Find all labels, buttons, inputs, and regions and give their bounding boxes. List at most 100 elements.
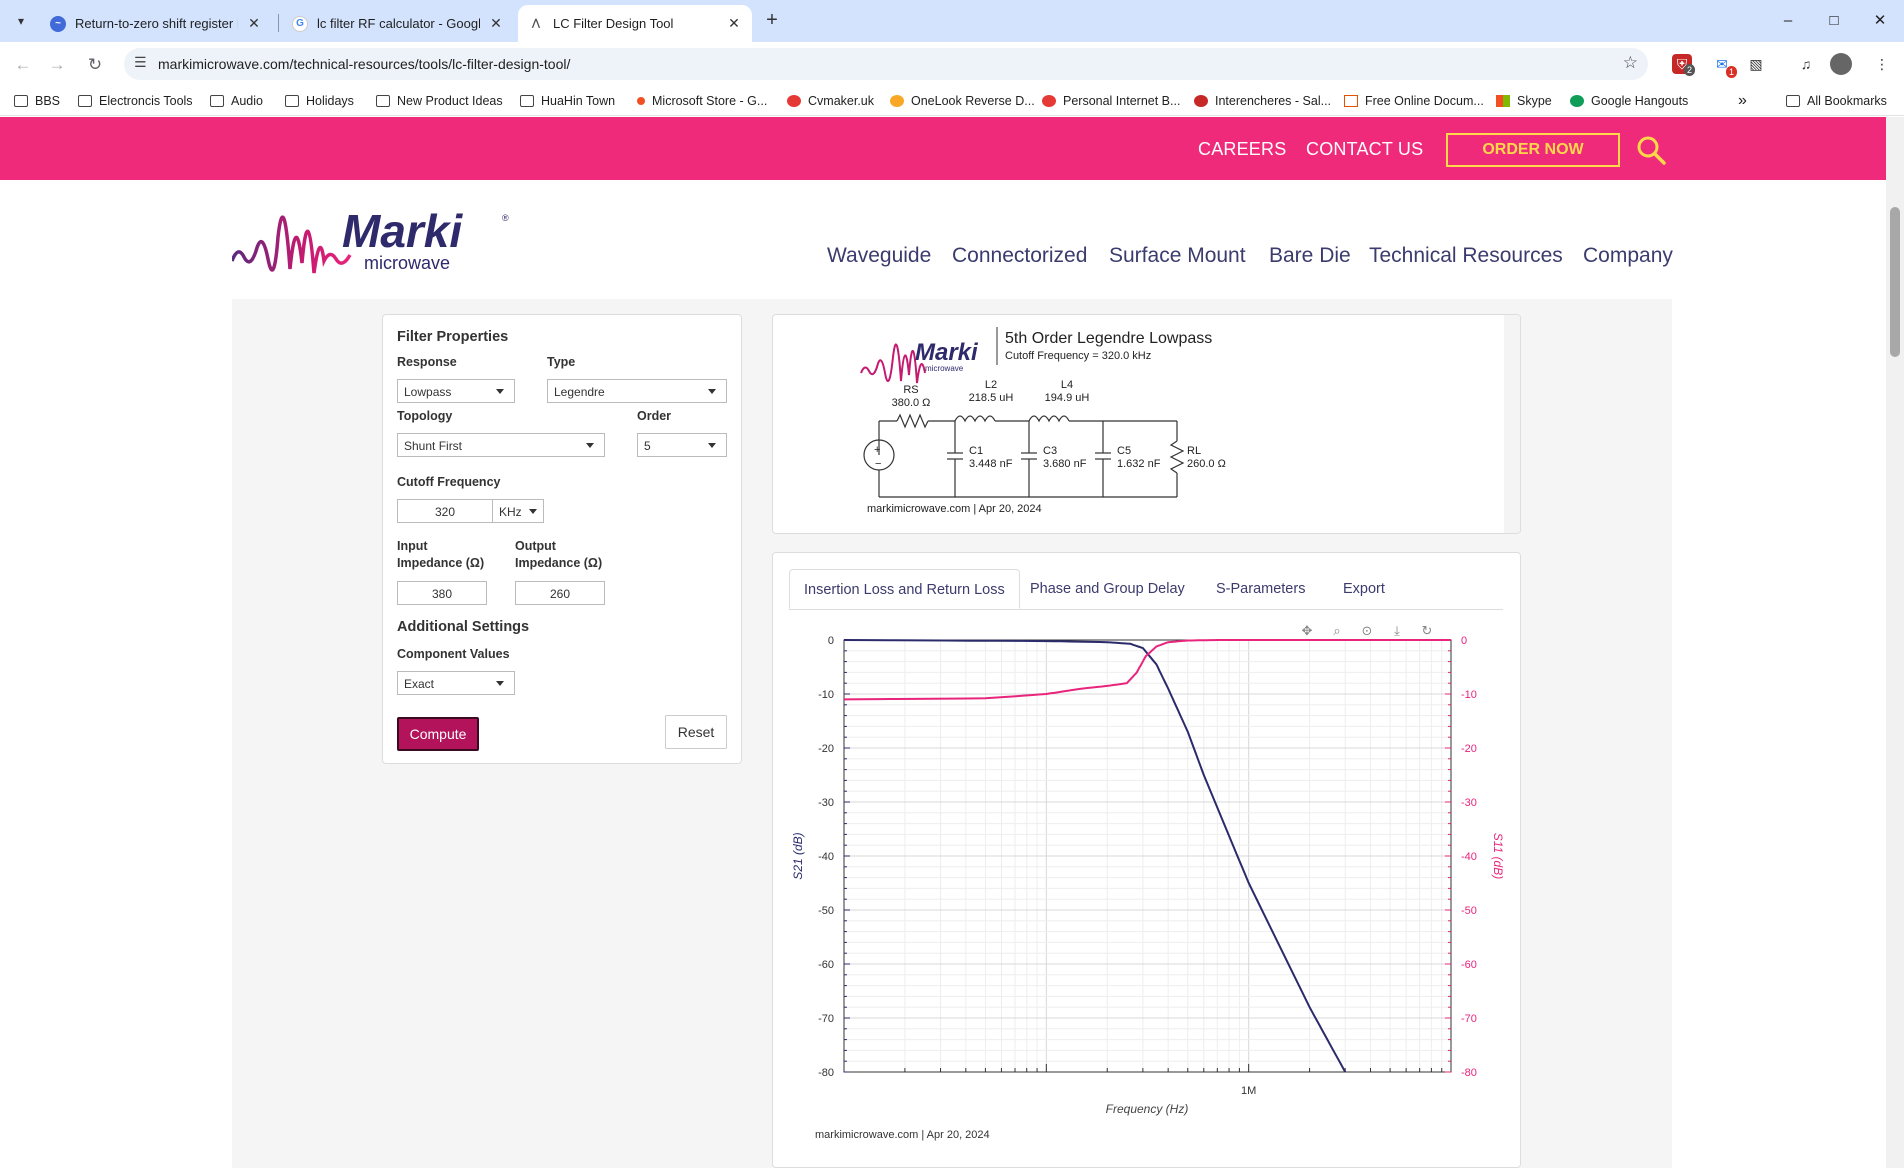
media-control-icon[interactable]: ♫ (1794, 52, 1818, 76)
panel-title: Filter Properties (397, 329, 509, 345)
tab-search-chevron-icon[interactable]: ▾ (8, 10, 34, 32)
nav-connectorized[interactable]: Connectorized (952, 244, 1087, 268)
extension-shield-icon[interactable]: ⛨ 2 (1672, 54, 1695, 76)
schematic-scrollbar[interactable] (1504, 315, 1520, 533)
browser-tab-2[interactable]: G lc filter RF calculator - Google ✕ (282, 5, 514, 42)
y-left-tick-label: -70 (818, 1013, 834, 1025)
close-tab-icon[interactable]: ✕ (726, 15, 742, 32)
bookmark-link[interactable]: Free Online Docum... (1344, 92, 1484, 110)
nav-company[interactable]: Company (1583, 244, 1673, 268)
component-values-select[interactable]: Exact (397, 671, 515, 695)
y-left-tick-label: -10 (818, 689, 834, 701)
bookmark-link[interactable]: OneLook Reverse D... (890, 92, 1035, 110)
address-bar[interactable]: ☰ markimicrowave.com/technical-resources… (124, 48, 1648, 80)
bookmark-link[interactable]: Interencheres - Sal... (1194, 92, 1331, 110)
l2-name: L2 (985, 379, 997, 391)
bookmark-folder[interactable]: BBS (14, 92, 60, 110)
close-tab-icon[interactable]: ✕ (246, 15, 262, 32)
browser-tab-active[interactable]: ⋀ LC Filter Design Tool ✕ (518, 5, 752, 42)
minimize-icon[interactable]: – (1768, 8, 1808, 34)
auction-icon (1194, 95, 1208, 107)
type-select[interactable]: Legendre (547, 379, 727, 403)
response-select[interactable]: Lowpass (397, 379, 515, 403)
nav-bare-die[interactable]: Bare Die (1269, 244, 1351, 268)
bookmark-label: Google Hangouts (1591, 94, 1689, 108)
response-label: Response (397, 355, 457, 369)
bookmark-label: BBS (35, 94, 61, 108)
rs-name: RS (903, 384, 918, 396)
site-info-icon[interactable]: ☰ (134, 54, 147, 71)
bookmark-label: Microsoft Store - G... (652, 94, 768, 108)
marki-microwave-logo[interactable]: Marki ® microwave (232, 189, 512, 289)
all-bookmarks-folder[interactable]: All Bookmarks (1786, 92, 1887, 110)
bookmark-link[interactable]: Google Hangouts (1570, 92, 1688, 110)
microsoft-icon (637, 97, 645, 105)
bookmark-label: OneLook Reverse D... (911, 94, 1035, 108)
mail-extension-icon[interactable]: ✉ 1 (1710, 52, 1737, 78)
folder-icon (376, 95, 390, 107)
more-bookmarks-icon[interactable]: » (1738, 92, 1747, 110)
bookmark-label: Personal Internet B... (1063, 94, 1181, 108)
profile-avatar-icon[interactable] (1830, 53, 1852, 75)
contact-us-link[interactable]: CONTACT US (1306, 139, 1423, 160)
bookmark-star-icon[interactable]: ☆ (1623, 53, 1638, 73)
logo-subtitle: microwave (364, 253, 450, 273)
bookmark-folder[interactable]: Audio (210, 92, 263, 110)
page-scrollbar[interactable] (1886, 117, 1904, 1168)
bookmark-folder[interactable]: Electroncis Tools (78, 92, 193, 110)
order-select[interactable]: 5 (637, 433, 727, 457)
url-text[interactable]: markimicrowave.com/technical-resources/t… (158, 56, 570, 72)
type-label: Type (547, 355, 576, 369)
x-tick-label: 1M (1241, 1085, 1256, 1097)
search-icon[interactable] (1636, 135, 1666, 165)
compute-button[interactable]: Compute (397, 717, 479, 751)
extension-badge: 2 (1683, 64, 1695, 76)
forward-icon[interactable]: → (44, 52, 70, 78)
bookmark-folder[interactable]: HuaHin Town (520, 92, 615, 110)
bookmark-label: HuaHin Town (541, 94, 616, 108)
schematic-logo-word: Marki (915, 339, 979, 366)
x-axis-label: Frequency (Hz) (1106, 1102, 1189, 1116)
nav-waveguide[interactable]: Waveguide (827, 244, 931, 268)
marki-icon: ⋀ (528, 15, 544, 32)
tab-title: Return-to-zero shift register Fl (75, 16, 238, 31)
browser-menu-icon[interactable]: ⋮ (1870, 52, 1894, 76)
input-impedance-input[interactable]: 380 (397, 581, 487, 605)
y-right-tick-label: -30 (1461, 797, 1477, 809)
close-window-icon[interactable]: ✕ (1860, 8, 1900, 34)
l2-value: 218.5 uH (969, 392, 1014, 404)
chart-panel: Insertion Loss and Return Loss Phase and… (772, 552, 1521, 1168)
order-now-button[interactable]: ORDER NOW (1446, 133, 1620, 167)
bookmark-link[interactable]: Microsoft Store - G... (637, 92, 767, 110)
output-impedance-input[interactable]: 260 (515, 581, 605, 605)
browser-toolbar: ← → ↻ ☰ markimicrowave.com/technical-res… (0, 42, 1904, 86)
tab-title: LC Filter Design Tool (553, 16, 674, 31)
careers-link[interactable]: CAREERS (1198, 139, 1286, 160)
schematic-footer: markimicrowave.com | Apr 20, 2024 (867, 503, 1042, 515)
logo-registered-mark: ® (502, 213, 509, 223)
scrollbar-thumb[interactable] (1890, 207, 1900, 357)
browser-tab-1[interactable]: ~ Return-to-zero shift register Fl ✕ (40, 5, 272, 42)
new-tab-icon[interactable]: + (758, 9, 786, 33)
rl-name: RL (1187, 445, 1201, 457)
topology-select[interactable]: Shunt First (397, 433, 605, 457)
reload-icon[interactable]: ↻ (82, 52, 108, 78)
schematic-panel: Marki microwave 5th Order Legendre Lowpa… (772, 314, 1521, 534)
bookmark-link[interactable]: Cvmaker.uk (787, 92, 874, 110)
l4-name: L4 (1061, 379, 1073, 391)
maximize-icon[interactable]: □ (1814, 8, 1854, 34)
close-tab-icon[interactable]: ✕ (488, 15, 504, 32)
back-icon[interactable]: ← (10, 52, 36, 78)
bookmark-link[interactable]: Personal Internet B... (1042, 92, 1180, 110)
nav-technical-resources[interactable]: Technical Resources (1369, 244, 1563, 268)
bookmark-folder[interactable]: New Product Ideas (376, 92, 503, 110)
logo-wordmark: Marki (342, 205, 463, 257)
bookmark-label: Interencheres - Sal... (1215, 94, 1332, 108)
nav-surface-mount[interactable]: Surface Mount (1109, 244, 1246, 268)
bookmark-link[interactable]: Skype (1496, 92, 1552, 110)
cutoff-frequency-input[interactable]: 320 (397, 499, 493, 523)
reset-button[interactable]: Reset (665, 715, 727, 749)
extensions-puzzle-icon[interactable]: ▧ (1744, 52, 1768, 76)
bookmark-folder[interactable]: Holidays (285, 92, 354, 110)
cutoff-unit-select[interactable]: KHz (492, 499, 544, 523)
